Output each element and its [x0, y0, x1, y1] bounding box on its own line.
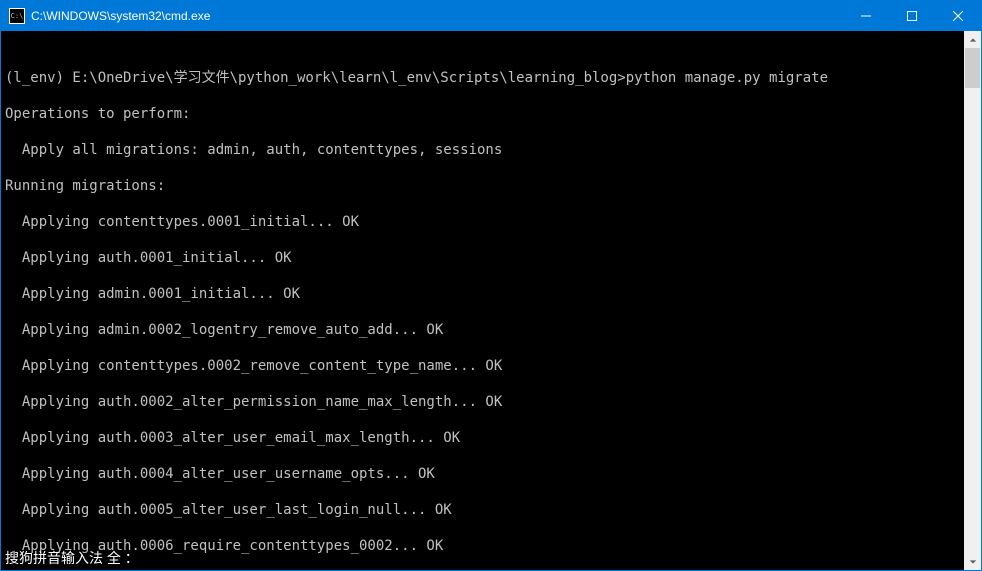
output-line: Running migrations: — [5, 177, 962, 195]
migration-line: Applying admin.0002_logentry_remove_auto… — [5, 321, 962, 339]
prompt-1: (l_env) E:\OneDrive\学习文件\python_work\lea… — [5, 70, 626, 86]
window-title: C:\WINDOWS\system32\cmd.exe — [31, 9, 210, 23]
migration-line: Applying contenttypes.0002_remove_conten… — [5, 357, 962, 375]
maximize-icon — [907, 11, 917, 21]
chevron-down-icon — [969, 558, 977, 566]
cmd-icon: C:\ — [9, 8, 25, 24]
migration-line: Applying auth.0001_initial... OK — [5, 249, 962, 267]
migration-line: Applying auth.0003_alter_user_email_max_… — [5, 429, 962, 447]
scroll-thumb[interactable] — [965, 48, 980, 88]
migration-line: Applying admin.0001_initial... OK — [5, 285, 962, 303]
prompt-line: (l_env) E:\OneDrive\学习文件\python_work\lea… — [5, 69, 962, 87]
client-area: (l_env) E:\OneDrive\学习文件\python_work\lea… — [1, 31, 981, 570]
minimize-button[interactable] — [843, 1, 889, 31]
migration-line: Applying auth.0004_alter_user_username_o… — [5, 465, 962, 483]
output-line: Operations to perform: — [5, 105, 962, 123]
close-button[interactable] — [935, 1, 981, 31]
scroll-up-button[interactable] — [964, 31, 981, 48]
migration-line: Applying auth.0005_alter_user_last_login… — [5, 501, 962, 519]
migration-line: Applying auth.0002_alter_permission_name… — [5, 393, 962, 411]
maximize-button[interactable] — [889, 1, 935, 31]
close-icon — [953, 11, 963, 21]
terminal-output[interactable]: (l_env) E:\OneDrive\学习文件\python_work\lea… — [1, 31, 964, 570]
minimize-icon — [861, 11, 871, 21]
chevron-up-icon — [969, 36, 977, 44]
scroll-down-button[interactable] — [964, 553, 981, 570]
titlebar[interactable]: C:\ C:\WINDOWS\system32\cmd.exe — [1, 1, 981, 31]
output-line: Apply all migrations: admin, auth, conte… — [5, 141, 962, 159]
migration-line: Applying contenttypes.0001_initial... OK — [5, 213, 962, 231]
migration-line: Applying auth.0006_require_contenttypes_… — [5, 537, 962, 555]
vertical-scrollbar[interactable] — [964, 31, 981, 570]
command-1: python manage.py migrate — [626, 70, 828, 86]
ime-status: 搜狗拼音输入法 全 ： — [1, 548, 143, 570]
blank-line — [5, 51, 962, 69]
